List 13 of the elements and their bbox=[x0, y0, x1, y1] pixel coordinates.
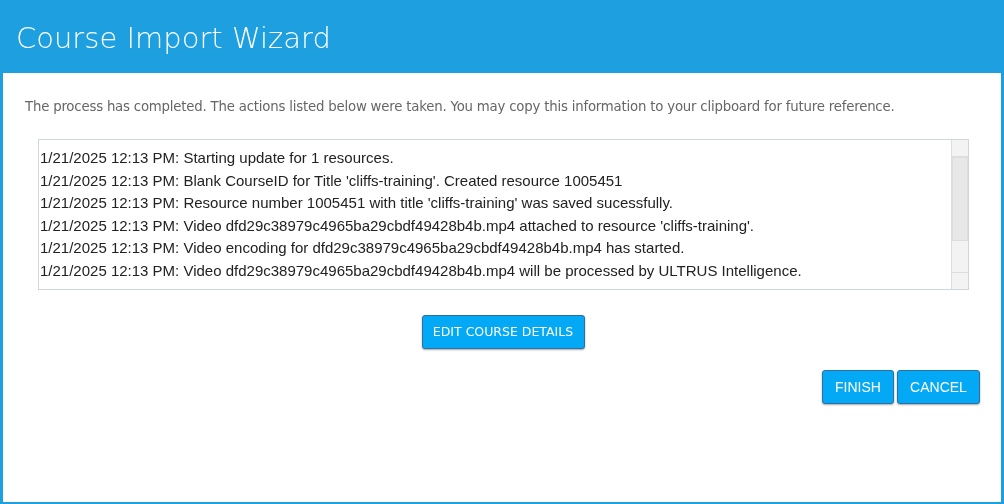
log-line: 1/21/2025 12:13 PM: Blank CourseID for Title 'cliffs-training'. Created resource 1005451 bbox=[40, 170, 624, 191]
finish-button[interactable]: FINISH bbox=[822, 370, 894, 404]
log-field[interactable] bbox=[38, 139, 969, 290]
completion-message: The process has completed. The actions listed below were taken. You may copy this information to your clipboard for future reference. bbox=[25, 99, 895, 114]
log-line: 1/21/2025 12:13 PM: Video dfd29c38979c4965ba29cbdf49428b4b.mp4 attached to resource 'cliffs-training'. bbox=[40, 215, 756, 236]
cancel-button[interactable]: CANCEL bbox=[897, 370, 980, 404]
edit-course-details-button[interactable]: EDIT COURSE DETAILS bbox=[421, 315, 585, 349]
log-line: 1/21/2025 12:13 PM: Video dfd29c38979c4965ba29cbdf49428b4b.mp4 will be processed by ULTRUS Intelligence. bbox=[40, 260, 803, 281]
log-line: 1/21/2025 12:13 PM: Resource number 1005451 with title 'cliffs-training' was saved sucessfully. bbox=[40, 193, 674, 214]
window-title: Course Import Wizard bbox=[16, 23, 331, 53]
log-line: 1/21/2025 12:13 PM: Video encoding for dfd29c38979c4965ba29cbdf49428b4b.mp4 has started. bbox=[40, 238, 686, 259]
log-line: 1/21/2025 12:13 PM: Starting update for 1 resources. bbox=[40, 148, 395, 168]
scrollbar[interactable] bbox=[951, 140, 968, 289]
